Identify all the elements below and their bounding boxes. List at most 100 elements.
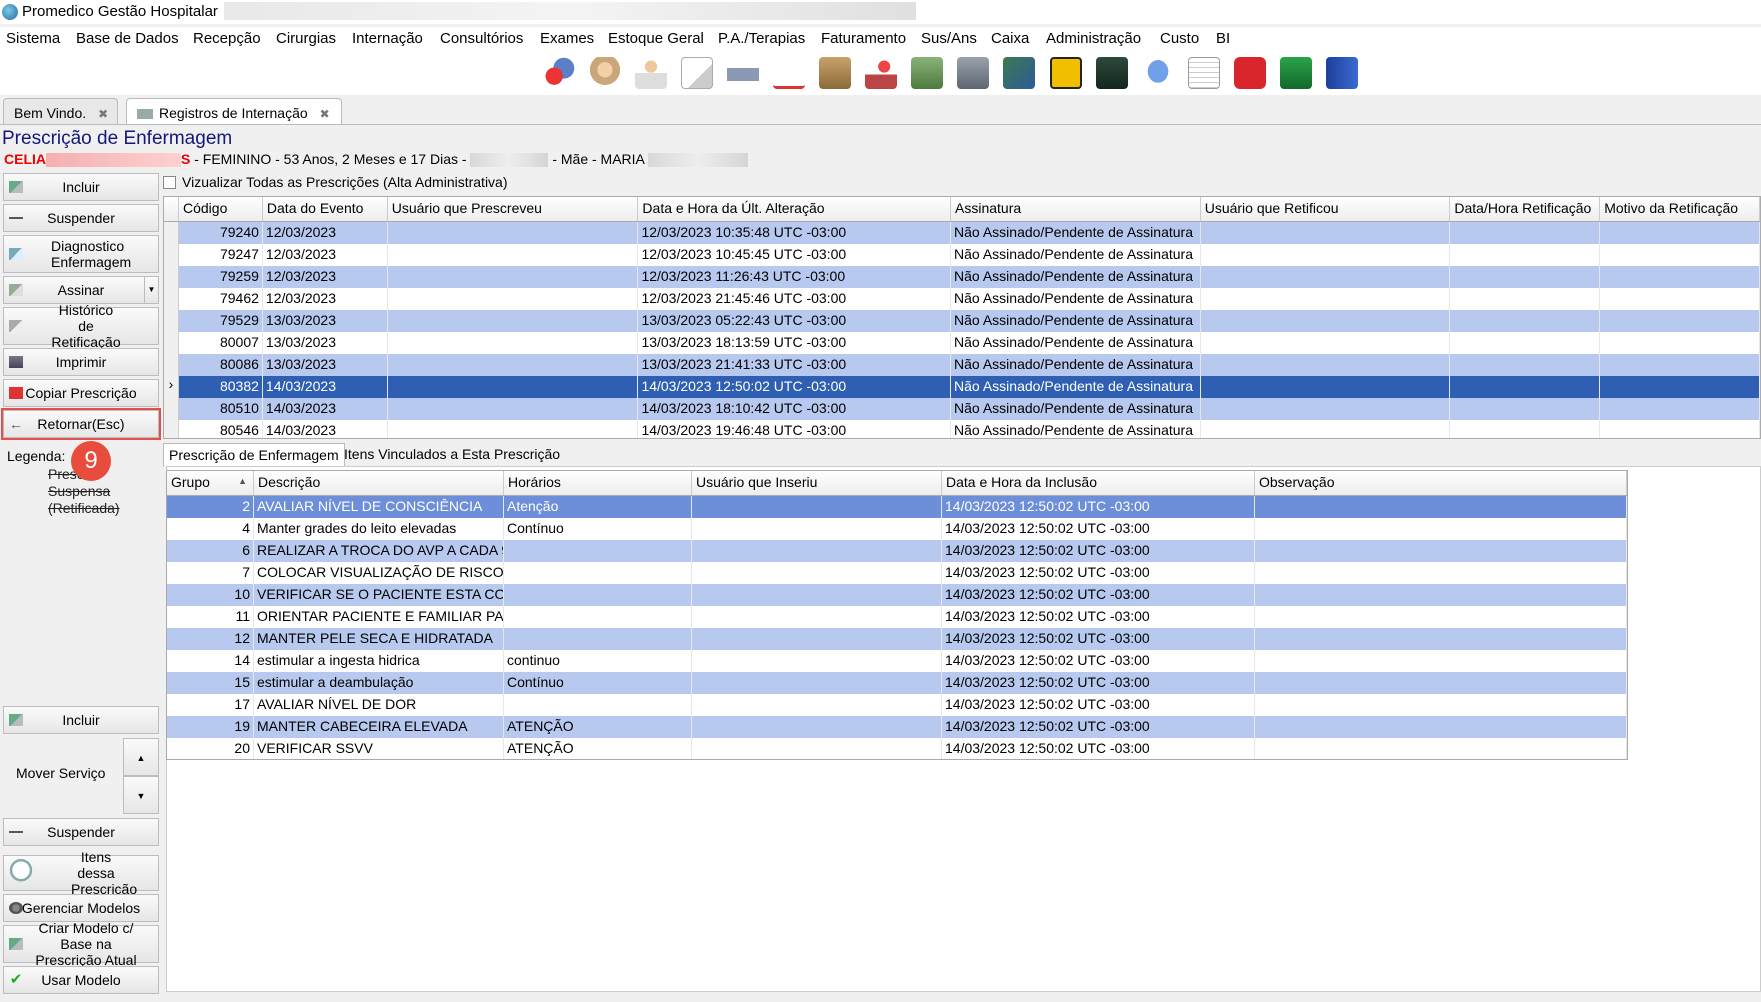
history-button[interactable]: Histórico de Retificação — [3, 302, 159, 350]
return-button[interactable]: ← Retornar(Esc) — [1, 408, 161, 440]
row-indicator[interactable] — [164, 288, 179, 310]
column-header[interactable]: Código — [179, 197, 263, 221]
table-row[interactable]: 11 ORIENTAR PACIENTE E FAMILIAR PARA 14/03… — [167, 606, 1627, 628]
column-header[interactable]: Grupo ▲ — [167, 471, 254, 495]
chat-icon[interactable] — [1142, 57, 1174, 89]
row-indicator[interactable] — [164, 244, 179, 266]
table-row[interactable]: › 80382 14/03/2023 14/03/2023 12:50:02 UTC … — [164, 376, 1760, 398]
table-row[interactable]: 17 AVALIAR NÍVEL DE DOR 14/03/2023 12:50:0… — [167, 694, 1627, 716]
row-indicator[interactable] — [164, 398, 179, 420]
table-row[interactable]: 6 REALIZAR A TROCA DO AVP A CADA 96 14/03/… — [167, 540, 1627, 562]
safe-icon[interactable] — [957, 57, 989, 89]
money-icon[interactable] — [911, 57, 943, 89]
table-row[interactable]: 14 estimular a ingesta hidrica continuo 14/… — [167, 650, 1627, 672]
column-header[interactable]: Data e Hora da Últ. Alteração — [638, 197, 952, 221]
table-row[interactable]: 79259 12/03/2023 12/03/2023 11:26:43 UTC -… — [164, 266, 1760, 288]
row-indicator[interactable] — [164, 420, 179, 438]
tab-registros-internacao[interactable]: Registros de Internação ✖ — [126, 98, 342, 124]
menu-exames[interactable]: Exames — [540, 30, 594, 47]
include-item-button[interactable]: Incluir — [3, 706, 159, 734]
device-icon[interactable] — [1096, 57, 1128, 89]
row-indicator[interactable] — [164, 310, 179, 332]
boxes-icon[interactable] — [819, 57, 851, 89]
row-indicator[interactable] — [164, 222, 179, 244]
column-header[interactable]: Usuário que Inseriu — [692, 471, 942, 495]
view-all-checkbox[interactable] — [163, 175, 176, 189]
column-header[interactable]: Usuário que Retificou — [1201, 197, 1451, 221]
column-header[interactable]: Data/Hora Retificação — [1450, 197, 1601, 221]
column-header[interactable]: Data e Hora da Inclusão — [942, 471, 1255, 495]
move-down-button[interactable]: ▼ — [123, 776, 159, 814]
column-header[interactable]: Data do Evento — [263, 197, 388, 221]
menu-internacao[interactable]: Internação — [352, 30, 423, 47]
table-row[interactable]: 80086 13/03/2023 13/03/2023 21:41:33 UTC -… — [164, 354, 1760, 376]
menu-administracao[interactable]: Administração — [1046, 30, 1141, 47]
manage-models-button[interactable]: Gerenciar Modelos — [3, 894, 159, 922]
column-header[interactable]: Observação — [1255, 471, 1627, 495]
table-row[interactable]: 2 AVALIAR NÍVEL DE CONSCIÊNCIA Atenção 14/0… — [167, 496, 1627, 518]
ambulance-icon[interactable] — [773, 57, 805, 89]
table-row[interactable]: 79529 13/03/2023 13/03/2023 05:22:43 UTC -… — [164, 310, 1760, 332]
menu-custo[interactable]: Custo — [1160, 30, 1199, 47]
document-icon[interactable] — [681, 57, 713, 89]
dropdown-arrow-icon[interactable]: ▼ — [144, 277, 158, 303]
cash-icon[interactable] — [1003, 57, 1035, 89]
doctor-group-icon[interactable] — [589, 57, 621, 89]
row-indicator[interactable] — [164, 354, 179, 376]
doctor-icon[interactable] — [635, 57, 667, 89]
contacts-icon[interactable] — [1326, 57, 1358, 89]
heart-monitor-icon[interactable] — [1280, 57, 1312, 89]
include-button[interactable]: Incluir — [3, 173, 159, 201]
use-model-button[interactable]: ✔ Usar Modelo — [3, 966, 159, 994]
table-row[interactable]: 80510 14/03/2023 14/03/2023 18:10:42 UTC -… — [164, 398, 1760, 420]
close-icon[interactable]: ✖ — [320, 107, 330, 121]
tab-bem-vindo[interactable]: Bem Vindo. ✖ — [3, 98, 118, 124]
table-row[interactable]: 4 Manter grades do leito elevadas Contínuo… — [167, 518, 1627, 540]
menu-estoque-geral[interactable]: Estoque Geral — [608, 30, 704, 47]
row-indicator[interactable]: › — [164, 376, 179, 398]
column-header[interactable]: Usuário que Prescreveu — [388, 197, 639, 221]
suspend-button[interactable]: Suspender — [3, 204, 159, 232]
table-row[interactable]: 10 VERIFICAR SE O PACIENTE ESTA COM F 14/0… — [167, 584, 1627, 606]
copy-prescription-button[interactable]: Copiar Prescrição — [3, 379, 159, 407]
move-up-button[interactable]: ▲ — [123, 738, 159, 776]
menu-recepcao[interactable]: Recepção — [193, 30, 261, 47]
row-indicator[interactable] — [164, 332, 179, 354]
power-icon[interactable] — [1234, 57, 1266, 89]
table-row[interactable]: 12 MANTER PELE SECA E HIDRATADA 14/03/2023… — [167, 628, 1627, 650]
menu-sistema[interactable]: Sistema — [6, 30, 60, 47]
menu-sus-ans[interactable]: Sus/Ans — [921, 30, 977, 47]
table-row[interactable]: 7 COLOCAR VISUALIZAÇÃO DE RISCO DE 14/03/2… — [167, 562, 1627, 584]
table-row[interactable]: 80546 14/03/2023 14/03/2023 19:46:48 UTC -… — [164, 420, 1760, 438]
table-row[interactable]: 20 VERIFICAR SSVV ATENÇÃO 14/03/2023 12:50:… — [167, 738, 1627, 759]
menu-caixa[interactable]: Caixa — [991, 30, 1029, 47]
menu-cirurgias[interactable]: Cirurgias — [276, 30, 336, 47]
refresh-users-icon[interactable] — [543, 57, 575, 89]
table-row[interactable]: 80007 13/03/2023 13/03/2023 18:13:59 UTC -… — [164, 332, 1760, 354]
menu-bi[interactable]: BI — [1216, 30, 1230, 47]
column-header[interactable]: Assinatura — [951, 197, 1201, 221]
sign-button[interactable]: Assinar ▼ — [3, 276, 159, 304]
column-header[interactable]: Motivo da Retificação — [1600, 197, 1760, 221]
view-all-checkbox-row[interactable]: Vizualizar Todas as Prescrições (Alta Ad… — [163, 174, 508, 190]
diagnostic-button[interactable]: Diagnostico Enfermagem — [3, 235, 159, 273]
house-arrow-icon[interactable] — [865, 57, 897, 89]
create-model-button[interactable]: Criar Modelo c/ Base na Prescrição Atual — [3, 920, 159, 968]
tab-itens-vinculados[interactable]: Itens Vinculados a Esta Prescrição — [339, 443, 565, 467]
column-header[interactable]: Horários — [504, 471, 692, 495]
menu-consultorios[interactable]: Consultórios — [440, 30, 523, 47]
prescription-items-button[interactable]: Itens dessa Prescrição — [3, 849, 159, 897]
table-row[interactable]: 15 estimular a deambulação Contínuo 14/03/2… — [167, 672, 1627, 694]
row-indicator[interactable] — [164, 266, 179, 288]
print-button[interactable]: Imprimir — [3, 348, 159, 376]
table-row[interactable]: 79240 12/03/2023 12/03/2023 10:35:48 UTC -… — [164, 222, 1760, 244]
table-row[interactable]: 79462 12/03/2023 12/03/2023 21:45:46 UTC -… — [164, 288, 1760, 310]
table-row[interactable]: 79247 12/03/2023 12/03/2023 10:45:45 UTC -… — [164, 244, 1760, 266]
tab-prescricao-enfermagem[interactable]: Prescrição de Enfermagem — [163, 443, 345, 467]
car-icon[interactable] — [727, 57, 759, 89]
menu-faturamento[interactable]: Faturamento — [821, 30, 906, 47]
calendar-icon[interactable] — [1188, 57, 1220, 89]
phone-icon[interactable] — [1050, 57, 1082, 89]
suspend-item-button[interactable]: Suspender — [3, 818, 159, 846]
menu-pa-terapias[interactable]: P.A./Terapias — [718, 30, 805, 47]
